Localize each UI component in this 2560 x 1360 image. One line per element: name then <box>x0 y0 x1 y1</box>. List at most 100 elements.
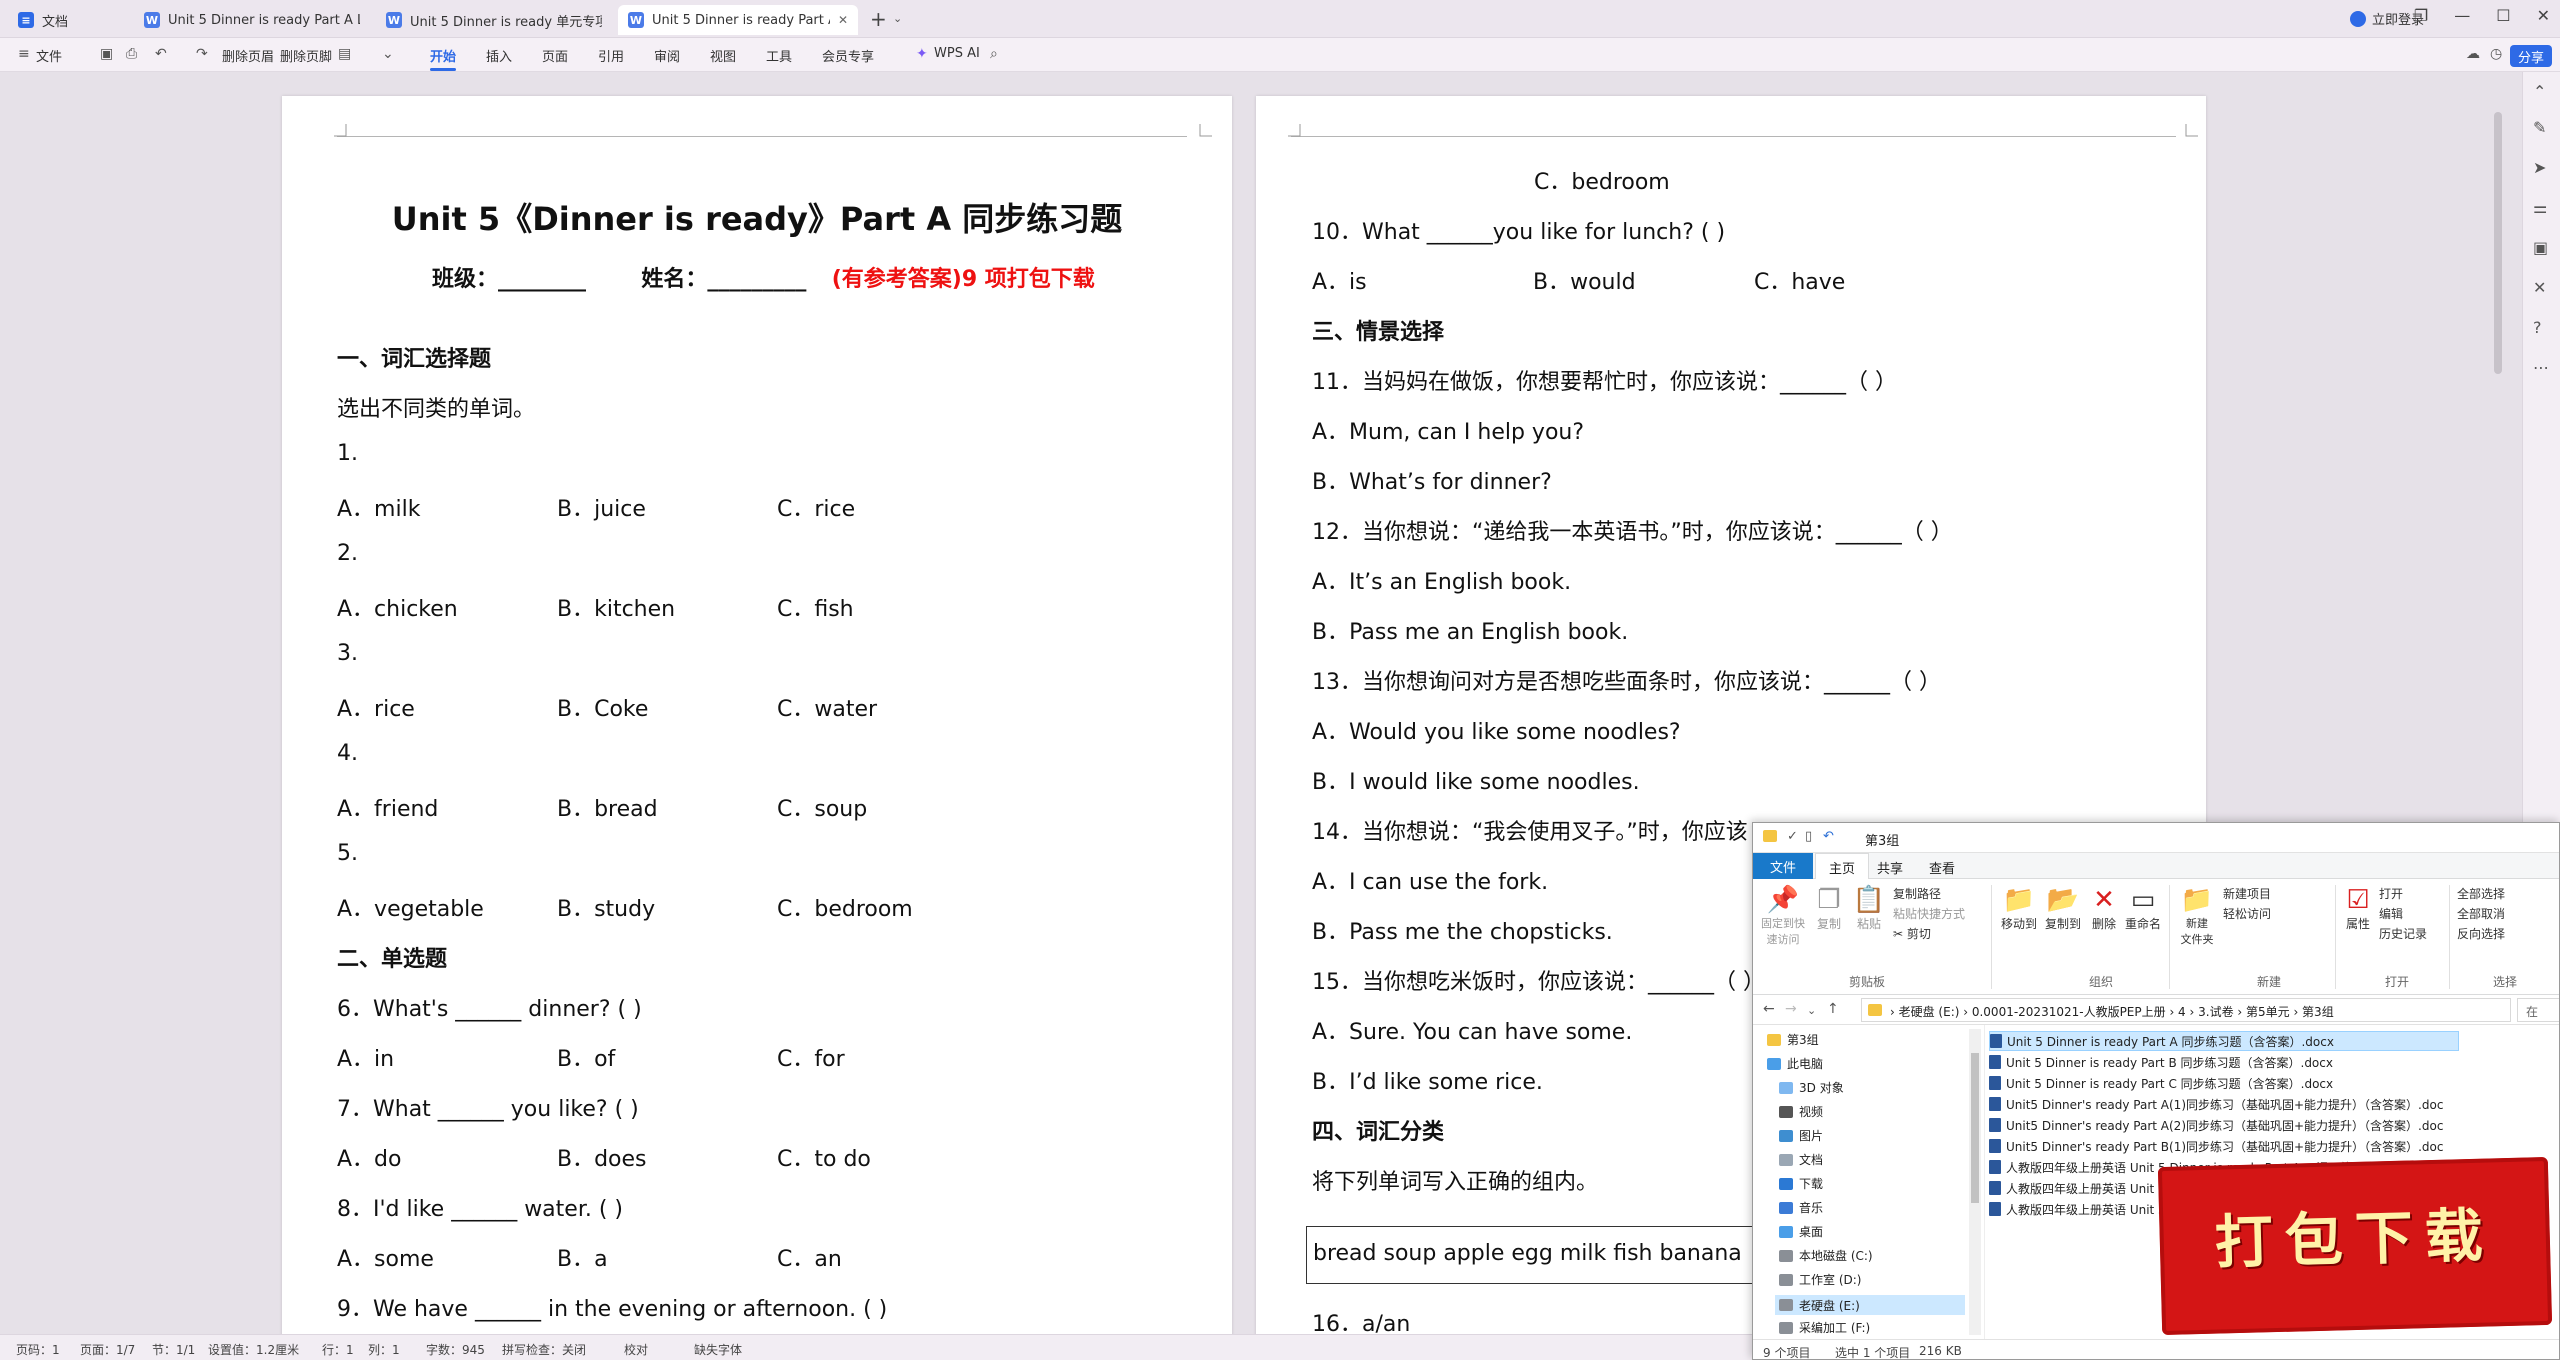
restore-icon[interactable]: ❐ <box>2414 6 2428 25</box>
forward-arrow-icon[interactable]: → <box>1785 1001 1797 1017</box>
cloud-icon[interactable]: ☁ <box>2466 46 2480 62</box>
file-item[interactable]: Unit 5 Dinner is ready Part A 同步练习题（含答案）… <box>1989 1031 2459 1051</box>
copy-to-button[interactable]: 📂 复制到 <box>2043 885 2083 932</box>
file-item[interactable]: Unit 5 Dinner is ready Part C 同步练习题（含答案）… <box>1989 1073 2339 1093</box>
delete-button[interactable]: ✕ 删除 <box>2089 885 2119 932</box>
new-item-button[interactable]: 新建项目 <box>2223 885 2271 902</box>
settings-sliders-icon[interactable]: ⚌ <box>2533 198 2547 217</box>
explorer-search-input[interactable]: 在 <box>2517 998 2559 1022</box>
back-arrow-icon[interactable]: ← <box>1763 1001 1775 1017</box>
select-none-button[interactable]: 全部取消 <box>2457 905 2505 922</box>
status-proofread[interactable]: 校对 <box>624 1341 648 1358</box>
nav-item-downloads[interactable]: 下载 <box>1779 1175 1823 1192</box>
history-button[interactable]: 历史记录 <box>2379 925 2427 942</box>
minimize-icon[interactable]: — <box>2454 6 2470 25</box>
tab-review[interactable]: 审阅 <box>654 46 680 65</box>
chevron-down-icon[interactable]: ⌄ <box>382 46 394 62</box>
paste-shortcut-button[interactable]: 粘贴快捷方式 <box>1893 905 1965 922</box>
nav-item-documents[interactable]: 文档 <box>1779 1151 1823 1168</box>
tab-document-3-active[interactable]: W Unit 5 Dinner is ready Part A ✕ <box>618 5 858 35</box>
tab-insert[interactable]: 插入 <box>486 46 512 65</box>
copy-path-button[interactable]: 复制路径 <box>1893 885 1941 902</box>
easy-access-button[interactable]: 轻松访问 <box>2223 905 2271 922</box>
explorer-tab-share[interactable]: 共享 <box>1877 858 1903 877</box>
login-button[interactable]: 立即登录 <box>2350 9 2424 28</box>
properties-icon[interactable]: ✓ <box>1787 829 1798 844</box>
close-tab-icon[interactable]: ✕ <box>838 13 848 27</box>
history-icon[interactable]: ◷ <box>2490 46 2502 62</box>
nav-item-3d-objects[interactable]: 3D 对象 <box>1779 1079 1844 1096</box>
new-folder-icon[interactable]: ▯ <box>1805 829 1812 844</box>
search-icon[interactable]: ⌕ <box>990 46 998 62</box>
share-button[interactable]: 分享 <box>2510 45 2553 67</box>
tab-document-1[interactable]: W Unit 5 Dinner is ready Part A Let <box>134 5 370 35</box>
file-item[interactable]: Unit5 Dinner's ready Part B(1)同步练习（基础巩固+… <box>1989 1136 2449 1156</box>
delete-header-button[interactable]: 删除页眉 <box>222 46 274 65</box>
maximize-icon[interactable]: ☐ <box>2496 6 2510 25</box>
file-item[interactable]: Unit 5 Dinner is ready Part B 同步练习题（含答案）… <box>1989 1052 2339 1072</box>
move-to-button[interactable]: 📁 移动到 <box>1999 885 2039 932</box>
tab-document-2[interactable]: W Unit 5 Dinner is ready 单元专项复习 <box>376 5 612 35</box>
pen-icon[interactable]: ✎ <box>2533 118 2546 137</box>
explorer-tab-home[interactable]: 主页 <box>1829 858 1855 877</box>
redo-icon[interactable]: ↷ <box>196 46 208 62</box>
save-icon[interactable]: ▣ <box>100 46 113 62</box>
open-button[interactable]: 打开 <box>2379 885 2403 902</box>
new-tab-icon[interactable]: + <box>870 7 887 31</box>
file-item[interactable]: Unit5 Dinner's ready Part A(1)同步练习（基础巩固+… <box>1989 1094 2449 1114</box>
cut-button[interactable]: ✂ 剪切 <box>1893 925 1931 942</box>
explorer-tab-view[interactable]: 查看 <box>1929 858 1955 877</box>
properties-button[interactable]: ☑ 属性 <box>2341 885 2375 932</box>
paste-button[interactable]: 📋 粘贴 <box>1851 885 1887 932</box>
status-word-count[interactable]: 字数：945 <box>426 1341 485 1358</box>
tab-page[interactable]: 页面 <box>542 46 568 65</box>
document-scrollbar[interactable] <box>2494 112 2502 374</box>
nav-item-music[interactable]: 音乐 <box>1779 1199 1823 1216</box>
tab-member[interactable]: 会员专享 <box>822 46 874 65</box>
up-arrow-icon[interactable]: ↑ <box>1827 1001 1839 1017</box>
more-icon[interactable]: ⋯ <box>2533 358 2549 377</box>
nav-item-group3[interactable]: 第3组 <box>1767 1031 1819 1048</box>
tab-view[interactable]: 视图 <box>710 46 736 65</box>
invert-selection-button[interactable]: 反向选择 <box>2457 925 2505 942</box>
new-folder-button[interactable]: 📁 新建 文件夹 <box>2175 885 2219 947</box>
tab-tools[interactable]: 工具 <box>766 46 792 65</box>
undo-icon[interactable]: ↶ <box>1823 829 1834 844</box>
nav-scrollbar-thumb[interactable] <box>1971 1053 1979 1203</box>
image-icon[interactable]: ▣ <box>2533 238 2548 257</box>
nav-item-desktop[interactable]: 桌面 <box>1779 1223 1823 1240</box>
hamburger-icon[interactable]: ≡ <box>18 46 30 62</box>
nav-item-videos[interactable]: 视频 <box>1779 1103 1823 1120</box>
delete-footer-button[interactable]: 删除页脚 <box>280 46 332 65</box>
file-item[interactable]: Unit5 Dinner's ready Part A(2)同步练习（基础巩固+… <box>1989 1115 2449 1135</box>
nav-item-drive-d[interactable]: 工作室 (D:) <box>1779 1271 1861 1288</box>
help-icon[interactable]: ? <box>2533 318 2542 337</box>
close-window-icon[interactable]: ✕ <box>2537 6 2550 25</box>
nav-item-drive-c[interactable]: 本地磁盘 (C:) <box>1779 1247 1873 1264</box>
format-icon[interactable]: ▤ <box>338 46 351 62</box>
edit-button[interactable]: 编辑 <box>2379 905 2403 922</box>
tab-home[interactable]: 开始 <box>430 46 456 65</box>
select-all-button[interactable]: 全部选择 <box>2457 885 2505 902</box>
status-missing-font[interactable]: 缺失字体 <box>694 1341 742 1358</box>
tab-references[interactable]: 引用 <box>598 46 624 65</box>
tools-icon[interactable]: ✕ <box>2533 278 2546 297</box>
undo-icon[interactable]: ↶ <box>155 46 167 62</box>
chevron-down-icon[interactable]: ⌄ <box>893 12 902 25</box>
nav-item-drive-f[interactable]: 采编加工 (F:) <box>1779 1319 1870 1336</box>
address-path-input[interactable]: › 老硬盘 (E:) › 0.0001-20231021-人教版PEP上册 › … <box>1861 998 2511 1022</box>
nav-item-pictures[interactable]: 图片 <box>1779 1127 1823 1144</box>
pin-quick-access-button[interactable]: 📌 固定到快 速访问 <box>1759 885 1807 947</box>
chevron-up-icon[interactable]: ⌃ <box>2533 82 2546 101</box>
rename-button[interactable]: ▭ 重命名 <box>2123 885 2163 932</box>
nav-item-drive-e[interactable]: 老硬盘 (E:) <box>1775 1295 1965 1315</box>
chevron-down-icon[interactable]: ⌄ <box>1807 1004 1816 1017</box>
nav-item-this-pc[interactable]: 此电脑 <box>1767 1055 1823 1072</box>
print-icon[interactable]: ⎙ <box>126 46 137 62</box>
document-page-1[interactable]: Unit 5《Dinner is ready》Part A 同步练习题 班级：_… <box>282 96 1232 1334</box>
cursor-icon[interactable]: ➤ <box>2533 158 2546 177</box>
menu-file[interactable]: 文件 <box>36 46 62 65</box>
status-spellcheck[interactable]: 拼写检查：关闭 <box>502 1341 586 1358</box>
wps-ai-button[interactable]: WPS AI <box>934 46 980 61</box>
copy-button[interactable]: ❐ 复制 <box>1811 885 1847 932</box>
